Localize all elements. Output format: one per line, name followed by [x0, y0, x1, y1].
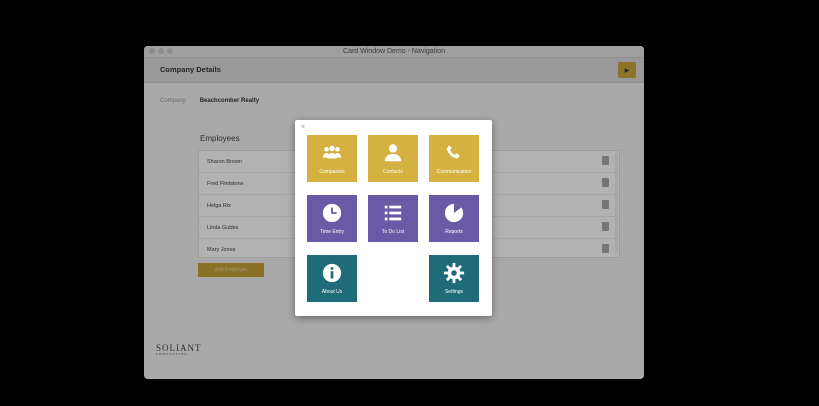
close-icon[interactable]: × — [301, 124, 305, 131]
tile-label: Companies — [319, 169, 345, 175]
tile-about-us[interactable]: About Us — [307, 255, 357, 302]
tile-time-entry[interactable]: Time Entry — [307, 195, 357, 242]
tile-to-do-list[interactable]: To Do List — [368, 195, 418, 242]
tile-label: Settings — [444, 289, 464, 295]
tile-label: Contacts — [383, 169, 403, 175]
tile-companies[interactable]: Companies — [307, 135, 357, 182]
navigation-dialog: × Companies Contacts Communication Time … — [295, 120, 492, 316]
tile-label: Time Entry — [320, 229, 344, 235]
info-icon — [322, 263, 342, 283]
tile-contacts[interactable]: Contacts — [368, 135, 418, 182]
tile-label: Communication — [436, 169, 472, 175]
gear-icon — [443, 262, 465, 284]
people-icon — [322, 145, 342, 159]
tile-label: To Do List — [381, 229, 405, 235]
list-icon — [384, 205, 402, 221]
tile-communication[interactable]: Communication — [429, 135, 479, 182]
pie-chart-icon — [444, 203, 464, 223]
tile-label: Reports — [445, 229, 463, 235]
tile-settings[interactable]: Settings — [429, 255, 479, 302]
person-icon — [384, 144, 402, 162]
tile-label: About Us — [321, 289, 343, 295]
clock-icon — [322, 203, 342, 223]
phone-icon — [446, 145, 460, 159]
tile-reports[interactable]: Reports — [429, 195, 479, 242]
